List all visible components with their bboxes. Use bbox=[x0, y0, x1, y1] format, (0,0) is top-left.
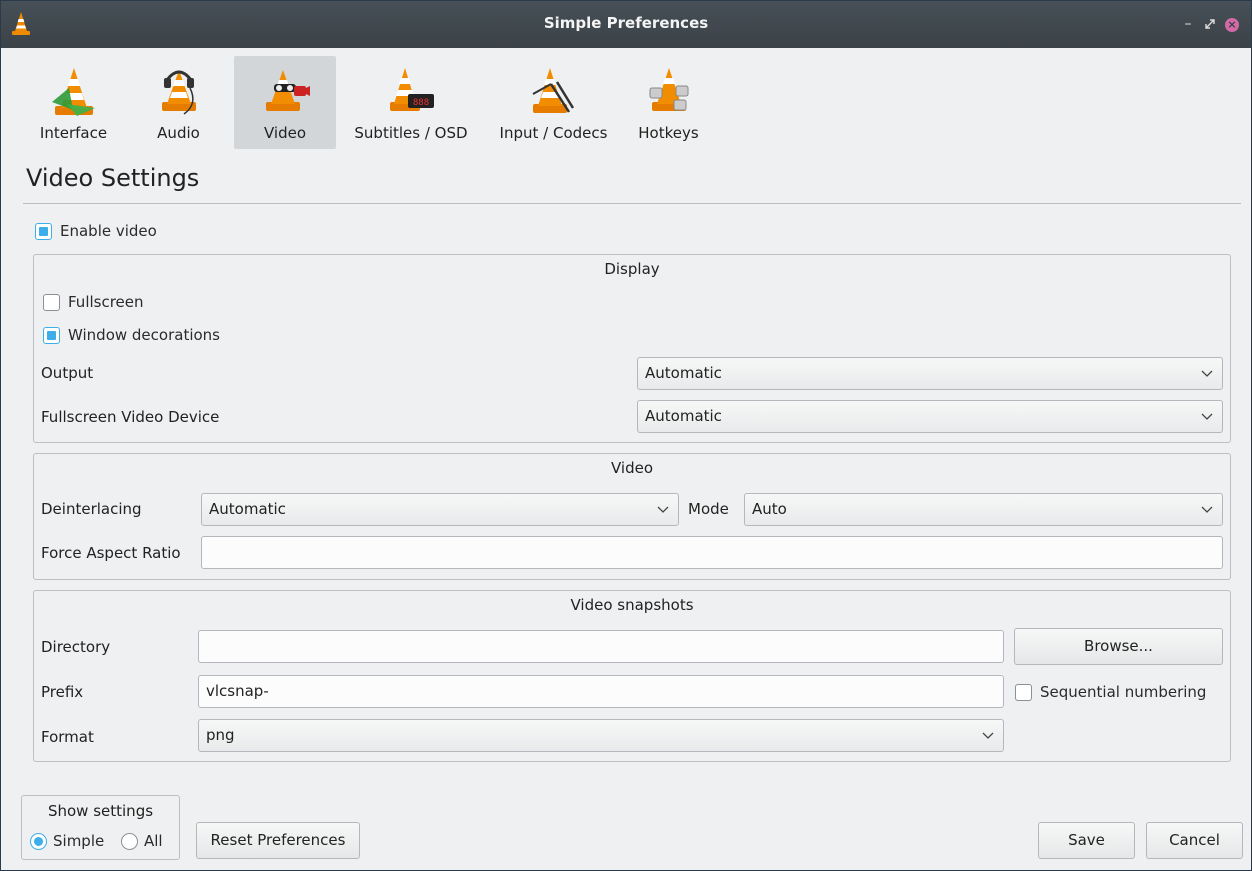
maximize-button[interactable] bbox=[1202, 13, 1218, 35]
sequential-numbering-checkbox[interactable]: Sequential numbering bbox=[1015, 683, 1206, 701]
tab-label: Input / Codecs bbox=[499, 124, 608, 142]
window-title: Simple Preferences bbox=[543, 14, 709, 32]
section-divider bbox=[23, 203, 1241, 204]
window-decorations-checkbox[interactable]: Window decorations bbox=[43, 326, 220, 344]
tab-audio[interactable]: Audio bbox=[141, 56, 216, 149]
tab-label: Audio bbox=[157, 124, 200, 142]
select-value: Auto bbox=[752, 500, 787, 518]
reset-preferences-button[interactable]: Reset Preferences bbox=[196, 822, 360, 859]
radio-label: Simple bbox=[53, 832, 105, 850]
checkbox-label: Fullscreen bbox=[68, 293, 144, 311]
group-title: Video snapshots bbox=[570, 596, 694, 614]
select-value: png bbox=[206, 726, 235, 744]
video-cone-icon bbox=[266, 70, 310, 111]
tab-video[interactable]: Video bbox=[234, 56, 336, 149]
tab-subtitles-osd[interactable]: 888 Subtitles / OSD bbox=[346, 56, 476, 149]
format-select[interactable]: png bbox=[198, 719, 1004, 752]
close-button[interactable]: × bbox=[1223, 13, 1241, 35]
close-icon: × bbox=[1225, 18, 1239, 32]
select-value: Automatic bbox=[645, 407, 722, 425]
interface-cone-icon bbox=[51, 68, 95, 116]
chevron-down-icon bbox=[1201, 506, 1213, 513]
hotkeys-cone-icon bbox=[649, 68, 688, 111]
tab-label: Subtitles / OSD bbox=[354, 124, 468, 142]
output-select[interactable]: Automatic bbox=[637, 357, 1223, 390]
format-label: Format bbox=[41, 728, 94, 746]
checkbox-label: Sequential numbering bbox=[1040, 683, 1207, 701]
preferences-window: Simple Preferences – × Interface Audio V… bbox=[0, 0, 1252, 871]
simple-radio[interactable]: Simple bbox=[30, 832, 104, 850]
deinterlacing-label: Deinterlacing bbox=[41, 500, 142, 518]
radio-label: All bbox=[144, 832, 163, 850]
show-settings-title: Show settings bbox=[47, 802, 154, 820]
svg-text:888: 888 bbox=[413, 98, 429, 108]
tab-label: Hotkeys bbox=[638, 124, 699, 142]
maximize-icon bbox=[1205, 19, 1215, 29]
tab-input-codecs[interactable]: Input / Codecs bbox=[491, 56, 616, 149]
select-value: Automatic bbox=[209, 500, 286, 518]
chevron-down-icon bbox=[1201, 370, 1213, 377]
browse-button[interactable]: Browse... bbox=[1014, 628, 1223, 665]
group-title: Video bbox=[610, 459, 654, 477]
directory-label: Directory bbox=[41, 638, 111, 656]
checkbox-label: Window decorations bbox=[68, 326, 220, 344]
fullscreen-device-select[interactable]: Automatic bbox=[637, 400, 1223, 433]
checkbox-box bbox=[35, 222, 52, 240]
fullscreen-checkbox[interactable]: Fullscreen bbox=[43, 293, 144, 311]
prefix-input[interactable]: vlcsnap- bbox=[198, 675, 1004, 708]
select-value: Automatic bbox=[645, 364, 722, 382]
prefix-label: Prefix bbox=[41, 683, 84, 701]
force-aspect-input[interactable] bbox=[201, 536, 1223, 569]
minimize-button[interactable]: – bbox=[1181, 13, 1195, 35]
radio-dot bbox=[30, 832, 47, 850]
directory-input[interactable] bbox=[198, 630, 1004, 663]
subtitles-cone-icon: 888 bbox=[390, 68, 434, 111]
deinterlacing-select[interactable]: Automatic bbox=[201, 493, 679, 526]
show-settings-group: Show settings bbox=[21, 795, 180, 860]
input-codecs-cone-icon bbox=[532, 68, 574, 113]
cancel-button[interactable]: Cancel bbox=[1146, 822, 1243, 859]
audio-cone-icon bbox=[161, 70, 196, 115]
enable-video-checkbox[interactable]: Enable video bbox=[35, 222, 157, 240]
tab-label: Interface bbox=[39, 124, 108, 142]
section-title: Video Settings bbox=[26, 164, 200, 192]
tab-interface[interactable]: Interface bbox=[26, 56, 121, 149]
chevron-down-icon bbox=[1201, 413, 1213, 420]
output-label: Output bbox=[41, 364, 94, 382]
checkbox-box bbox=[1015, 683, 1032, 701]
checkbox-box bbox=[43, 326, 60, 344]
mode-label: Mode bbox=[688, 500, 729, 518]
checkbox-box bbox=[43, 293, 60, 311]
title-bar[interactable]: Simple Preferences – × bbox=[1, 1, 1251, 48]
all-radio[interactable]: All bbox=[121, 832, 163, 850]
mode-select[interactable]: Auto bbox=[744, 493, 1223, 526]
tab-label: Video bbox=[263, 124, 307, 142]
chevron-down-icon bbox=[982, 732, 994, 739]
fullscreen-device-label: Fullscreen Video Device bbox=[41, 408, 220, 426]
tab-hotkeys[interactable]: Hotkeys bbox=[626, 56, 711, 149]
force-aspect-label: Force Aspect Ratio bbox=[41, 544, 181, 562]
save-button[interactable]: Save bbox=[1038, 822, 1135, 859]
chevron-down-icon bbox=[657, 506, 669, 513]
group-title: Display bbox=[604, 260, 660, 278]
checkbox-label: Enable video bbox=[60, 222, 157, 240]
radio-dot bbox=[121, 832, 138, 850]
